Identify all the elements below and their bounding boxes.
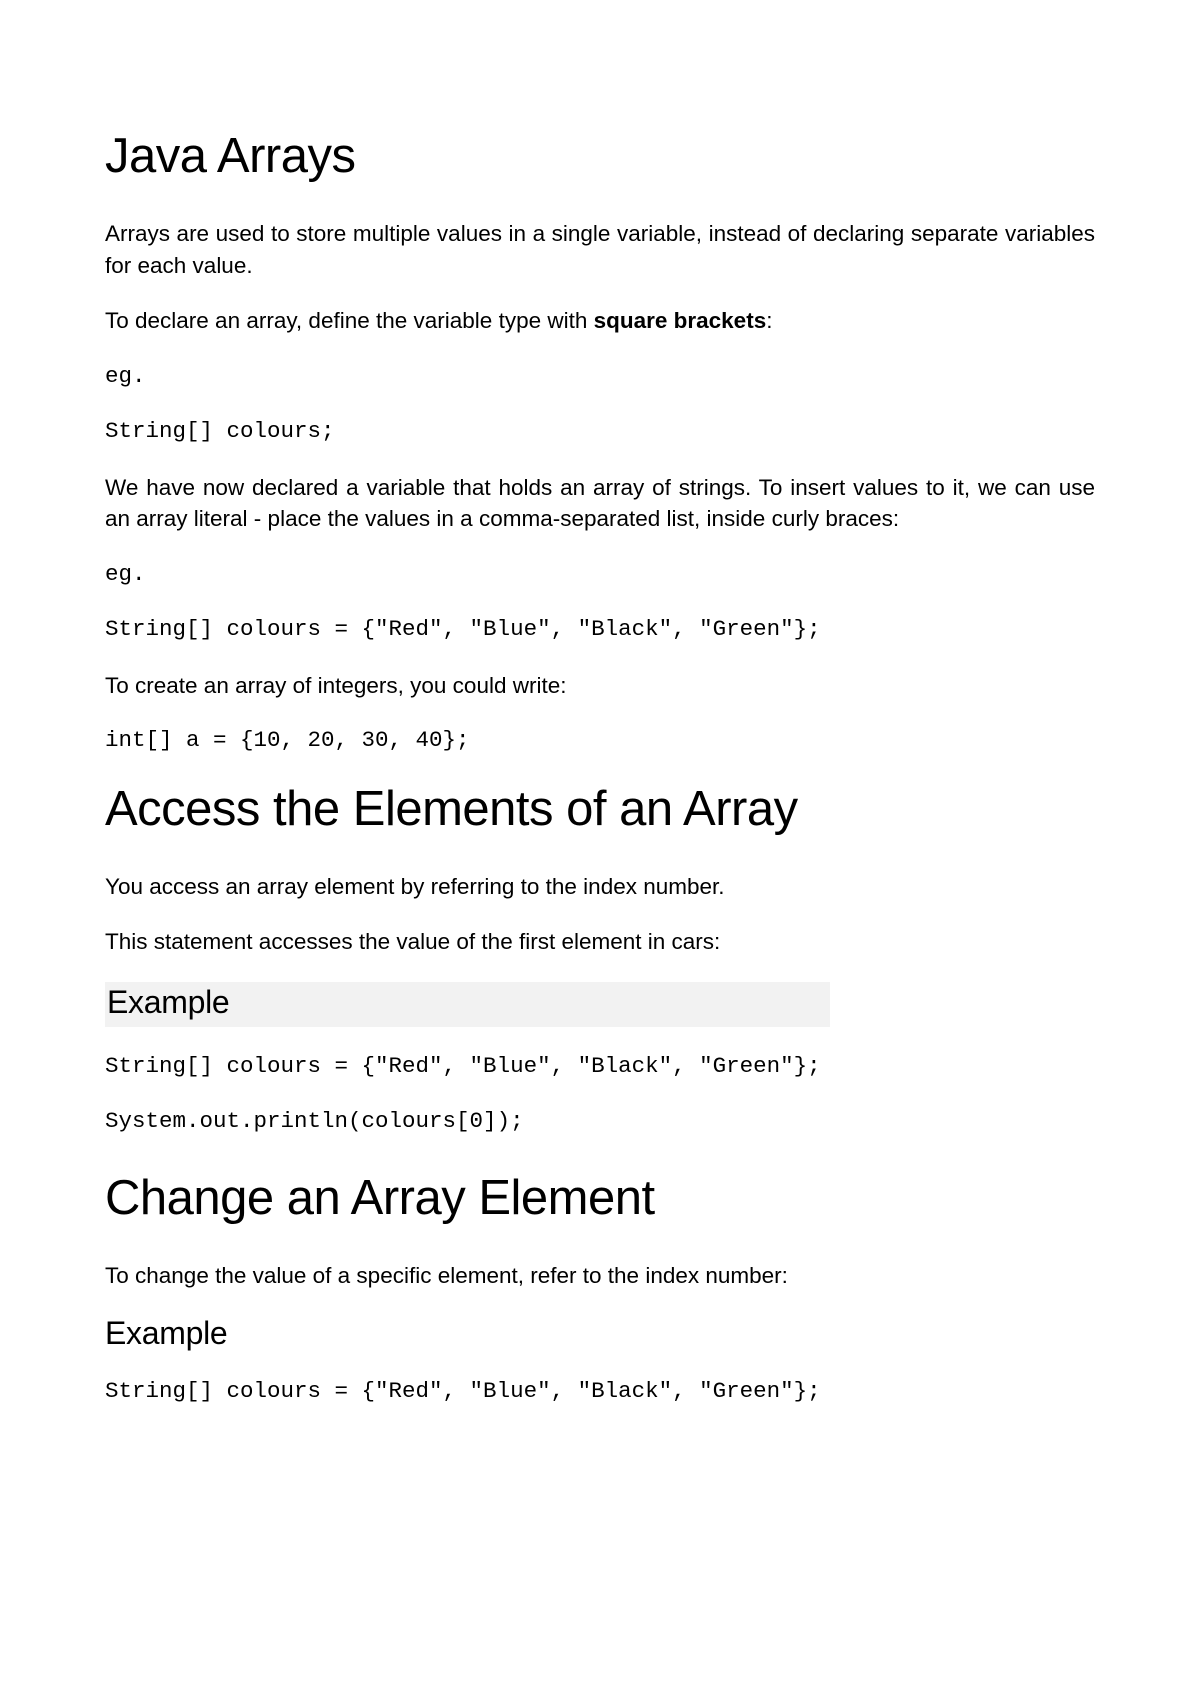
code-change-init: String[] colours = {"Red", "Blue", "Blac… <box>105 1376 1095 1408</box>
code-int-array: int[] a = {10, 20, 30, 40}; <box>105 725 1095 757</box>
change-paragraph-1: To change the value of a specific elemen… <box>105 1260 1095 1292</box>
intro-paragraph-2: To declare an array, define the variable… <box>105 305 1095 337</box>
code-string-colours-declaration: String[] colours; <box>105 416 1095 448</box>
heading-java-arrays: Java Arrays <box>105 128 1095 184</box>
heading-change-element: Change an Array Element <box>105 1170 1095 1226</box>
code-access-init: String[] colours = {"Red", "Blue", "Blac… <box>105 1051 1095 1083</box>
eg-label-1: eg. <box>105 361 1095 393</box>
access-paragraph-2: This statement accesses the value of the… <box>105 926 1095 958</box>
code-string-colours-init: String[] colours = {"Red", "Blue", "Blac… <box>105 614 1095 646</box>
heading-access-elements: Access the Elements of an Array <box>105 781 1095 837</box>
intro-paragraph-1: Arrays are used to store multiple values… <box>105 218 1095 281</box>
access-paragraph-1: You access an array element by referring… <box>105 871 1095 903</box>
square-brackets-bold: square brackets <box>594 308 767 333</box>
eg-label-2: eg. <box>105 559 1095 591</box>
para2-pre-text: To declare an array, define the variable… <box>105 308 594 333</box>
paragraph-int-array: To create an array of integers, you coul… <box>105 670 1095 702</box>
para2-post-text: : <box>766 308 772 333</box>
example-label-2: Example <box>105 1315 1095 1352</box>
example-label-1: Example <box>105 982 830 1027</box>
code-access-println: System.out.println(colours[0]); <box>105 1106 1095 1138</box>
paragraph-array-literal: We have now declared a variable that hol… <box>105 472 1095 535</box>
